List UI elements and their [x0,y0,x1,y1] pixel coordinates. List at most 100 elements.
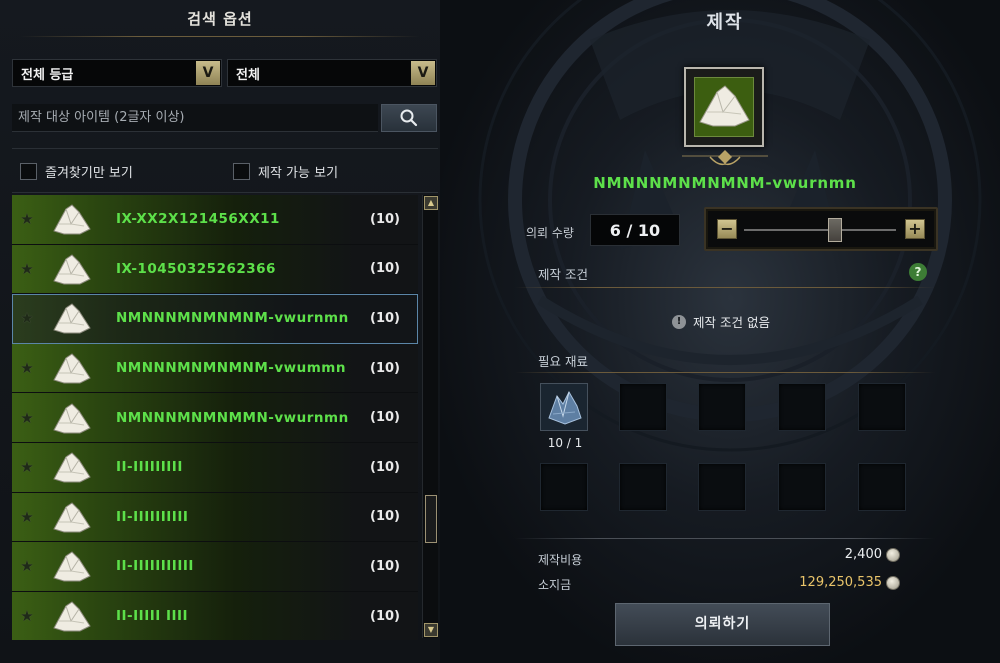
chevron-down-icon[interactable]: V [196,61,220,85]
gold-ornament-icon [682,150,768,166]
materials-heading: 필요 재료 [538,354,588,369]
craft-title: 제작 [706,12,744,33]
item-list-row[interactable]: ★ IX-XX2X121456XX11 (10) [12,195,418,245]
divider [12,192,438,193]
ore-pile-icon [53,403,91,434]
selected-item-slot [694,77,754,137]
item-count: (10) [370,211,400,227]
divider [12,148,438,149]
silver-coin-icon [886,548,900,562]
divider [515,538,935,539]
favorite-star-icon[interactable]: ★ [16,409,38,427]
material-slot-empty [540,463,588,511]
favorite-star-icon[interactable]: ★ [16,458,38,476]
material-slot-empty [698,383,746,431]
material-slot-empty [778,383,826,431]
quantity-display: 6 / 10 [590,214,680,246]
checkbox-box[interactable] [233,163,250,180]
plus-icon[interactable]: + [905,219,925,239]
ore-pile-icon [53,502,91,533]
ore-pile-icon [53,601,91,632]
item-name: II-IIIIIIIII [116,459,183,476]
item-name: NMNNNMNMNMNM-vwummn [116,360,346,377]
item-search-input[interactable] [12,104,378,132]
item-list-row[interactable]: ★ IX-10450325262366 (10) [12,244,418,295]
item-list-row[interactable]: ★ NMNNNMNMNMMN-vwurnmn (10) [12,393,418,443]
item-count: (10) [370,608,400,624]
craft-cost-label: 제작비용 [538,553,583,567]
material-slot-empty [619,463,667,511]
favorites-only-label: 즐겨찾기만 보기 [45,166,133,181]
slider-thumb[interactable] [828,218,843,242]
item-name: II-IIIIIIIIIII [116,558,194,575]
help-icon[interactable]: ? [909,263,927,281]
favorite-star-icon[interactable]: ★ [16,260,38,278]
material-slot-empty [858,463,906,511]
silver-coin-icon [886,576,900,590]
ore-pile-icon [699,85,750,127]
ore-pile-icon [53,452,91,483]
selected-item-frame [684,67,764,147]
scroll-down-arrow-icon[interactable]: ▼ [424,623,438,637]
craft-cost-value: 2,400 [844,547,882,562]
item-list-row[interactable]: ★ II-IIIIIIIII (10) [12,442,418,493]
quantity-label: 의뢰 수량 [526,226,574,240]
search-options-title: 검색 옵션 [187,10,253,28]
craftable-only-checkbox[interactable]: 제작 가능 보기 [233,162,338,181]
material-slot-empty [778,463,826,511]
craft-panel: 제작 NMNNNMNMNMNM-vwurnmn 의뢰 수량 6 / 10 − +… [440,0,1000,663]
favorite-star-icon[interactable]: ★ [16,359,38,377]
item-name: IX-XX2X121456XX11 [116,211,280,228]
ore-pile-icon [53,353,91,384]
item-name: IX-10450325262366 [116,260,276,277]
craftable-only-label: 제작 가능 보기 [258,166,339,181]
craft-item-list: ★ IX-XX2X121456XX11 (10) ★ IX-10450325262366… [12,195,418,640]
no-conditions-message: ! 제작 조건 없음 [672,312,770,331]
favorite-star-icon[interactable]: ★ [16,309,38,327]
ore-pile-icon [53,303,91,334]
item-list-row[interactable]: ★ NMNNNMNMNMNM-vwummn (10) [12,343,418,394]
item-count: (10) [370,360,400,376]
item-name: II-IIIII IIII [116,608,189,625]
item-count: (10) [370,410,400,426]
favorite-star-icon[interactable]: ★ [16,607,38,625]
material-slot[interactable] [540,383,588,431]
item-list-row[interactable]: ★ NMNNNMNMNMNM-vwurnmn (10) [12,294,418,344]
item-name: NMNNNMNMNMMN-vwurnmn [116,409,349,426]
category-dropdown-label: 전체 [236,67,260,83]
request-craft-button[interactable]: 의뢰하기 [615,603,830,646]
item-list-scrollbar[interactable]: ▲ ▼ [422,195,438,638]
category-dropdown[interactable]: 전체 V [227,59,437,87]
search-button[interactable] [381,104,437,132]
item-list-row[interactable]: ★ II-IIIIIIIIII (10) [12,492,418,543]
item-name: II-IIIIIIIIII [116,508,189,525]
favorites-only-checkbox[interactable]: 즐겨찾기만 보기 [20,162,133,181]
favorite-star-icon[interactable]: ★ [16,508,38,526]
favorite-star-icon[interactable]: ★ [16,557,38,575]
material-slot-empty [698,463,746,511]
search-panel: 검색 옵션 전체 등급 V 전체 V 즐겨찾기만 보기 제작 가능 보기 ★ IX… [0,0,440,663]
balance-value: 129,250,535 [799,575,882,590]
item-count: (10) [370,558,400,574]
search-icon [400,109,418,127]
material-slot-empty [858,383,906,431]
info-icon: ! [672,314,686,329]
slider-track[interactable] [744,229,896,231]
crystal-material-icon [541,384,587,430]
item-count: (10) [370,459,400,475]
balance-label: 소지금 [538,578,572,592]
scroll-thumb[interactable] [425,495,437,543]
ore-pile-icon [53,551,91,582]
favorite-star-icon[interactable]: ★ [16,210,38,228]
item-list-row[interactable]: ★ II-IIIIIIIIIII (10) [12,542,418,592]
item-name: NMNNNMNMNMNM-vwurnmn [116,310,349,327]
scroll-up-arrow-icon[interactable]: ▲ [424,196,438,210]
item-list-row[interactable]: ★ II-IIIII IIII (10) [12,591,418,640]
minus-icon[interactable]: − [717,219,737,239]
chevron-down-icon[interactable]: V [411,61,435,85]
checkbox-box[interactable] [20,163,37,180]
no-conditions-text: 제작 조건 없음 [693,315,770,330]
divider [515,372,935,373]
quantity-slider[interactable]: − + [704,207,938,251]
grade-dropdown[interactable]: 전체 등급 V [12,59,222,87]
